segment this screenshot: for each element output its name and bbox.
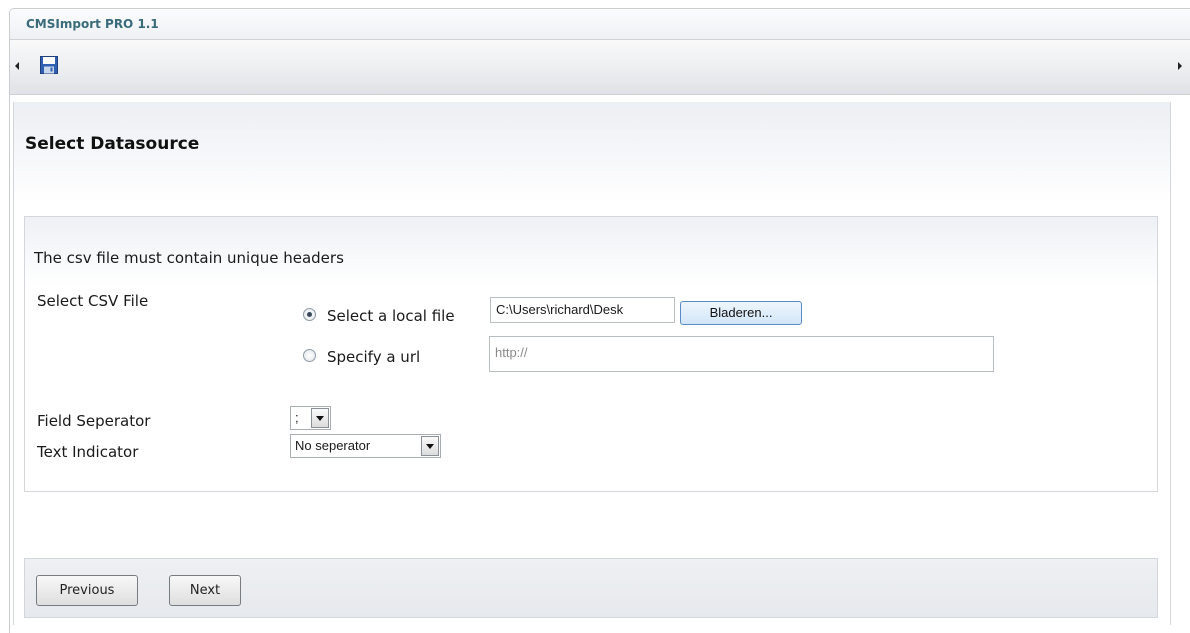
content-area: Select Datasource The csv file must cont… <box>13 102 1171 625</box>
toolbar <box>10 40 1190 95</box>
local-file-radio[interactable] <box>303 308 316 321</box>
scroll-left-icon[interactable] <box>15 62 19 70</box>
field-separator-value: ; <box>295 410 299 425</box>
csv-notice: The csv file must contain unique headers <box>34 249 344 267</box>
panel-titlebar: CMSImport PRO 1.1 <box>10 9 1190 40</box>
wizard-footer: Previous Next <box>24 558 1158 618</box>
page-title: Select Datasource <box>25 134 200 154</box>
text-indicator-label: Text Indicator <box>37 443 139 461</box>
text-indicator-value: No seperator <box>295 438 371 453</box>
chevron-down-icon[interactable] <box>311 408 329 428</box>
url-input[interactable]: http:// <box>489 336 994 372</box>
app-title: CMSImport PRO 1.1 <box>26 17 159 31</box>
url-radio[interactable] <box>303 349 316 362</box>
field-separator-select[interactable]: ; <box>290 406 331 430</box>
text-indicator-select[interactable]: No seperator <box>290 434 441 458</box>
field-separator-label: Field Seperator <box>37 412 151 430</box>
chevron-down-icon[interactable] <box>421 436 439 456</box>
browse-button[interactable]: Bladeren... <box>680 301 802 325</box>
save-icon[interactable] <box>40 56 58 74</box>
local-file-label[interactable]: Select a local file <box>327 307 455 325</box>
url-radio-label[interactable]: Specify a url <box>327 348 420 366</box>
next-button[interactable]: Next <box>169 575 241 606</box>
datasource-form: The csv file must contain unique headers… <box>24 216 1158 492</box>
previous-button[interactable]: Previous <box>36 575 138 606</box>
select-csv-label: Select CSV File <box>37 292 149 310</box>
local-file-field[interactable]: C:\Users\richard\Desk <box>490 297 675 323</box>
scroll-right-icon[interactable] <box>1178 62 1182 70</box>
